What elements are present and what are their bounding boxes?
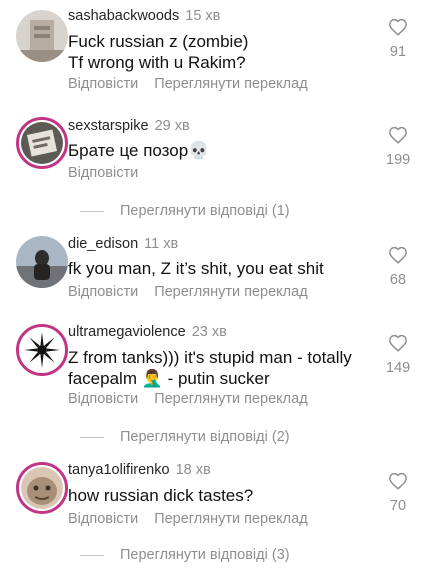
reply-button[interactable]: Відповісти xyxy=(68,511,138,527)
heart-outline-icon[interactable] xyxy=(386,18,410,36)
comment-text-line: Z from tanks))) it's stupid man - totall… xyxy=(68,348,352,367)
see-translation-button[interactable]: Переглянути переклад xyxy=(154,511,307,527)
view-replies-button[interactable]: Переглянути відповіді (2) xyxy=(80,429,290,445)
username[interactable]: sashabackwoods xyxy=(68,8,179,24)
see-translation-button[interactable]: Переглянути переклад xyxy=(154,284,307,300)
comment-time: 15 хв xyxy=(185,8,221,24)
heart-outline-icon[interactable] xyxy=(386,246,410,264)
username[interactable]: die_edison xyxy=(68,236,138,252)
comment-text: Z from tanks))) it's stupid man - totall… xyxy=(68,347,352,389)
view-replies-button[interactable]: Переглянути відповіді (3) xyxy=(80,547,290,563)
like-count: 149 xyxy=(386,360,411,376)
comment-text: Брате це позор💀 xyxy=(68,140,209,161)
comment-time: 18 хв xyxy=(175,462,211,478)
heart-outline-icon[interactable] xyxy=(386,334,410,352)
reply-button[interactable]: Відповісти xyxy=(68,284,138,300)
avatar[interactable] xyxy=(16,462,68,514)
comment-text-line: how russian dick tastes? xyxy=(68,486,254,505)
comment-text: Fuck russian z (zombie) Tf wrong with u … xyxy=(68,31,248,73)
like-count: 199 xyxy=(386,152,411,168)
avatar[interactable] xyxy=(16,324,68,376)
heart-outline-icon[interactable] xyxy=(386,472,410,490)
reply-button[interactable]: Відповісти xyxy=(68,165,138,181)
comment-time: 11 хв xyxy=(144,236,179,252)
username[interactable]: tanya1olifirenko xyxy=(68,462,170,478)
reply-button[interactable]: Відповісти xyxy=(68,76,138,92)
avatar[interactable] xyxy=(16,10,68,62)
like-count: 68 xyxy=(389,272,407,288)
comment-time: 23 хв xyxy=(191,324,227,340)
like-count: 70 xyxy=(389,498,407,514)
username[interactable]: sexstarspike xyxy=(68,118,149,134)
view-replies-label: Переглянути відповіді (1) xyxy=(120,203,290,219)
heart-outline-icon[interactable] xyxy=(386,126,410,144)
comment-text-line: Fuck russian z (zombie) xyxy=(68,32,249,51)
avatar[interactable] xyxy=(16,236,68,288)
divider-line xyxy=(80,436,104,438)
see-translation-button[interactable]: Переглянути переклад xyxy=(154,391,307,407)
comment-text: fk you man, Z it’s shit, you eat shit xyxy=(68,258,324,279)
divider-line xyxy=(80,210,104,212)
avatar[interactable] xyxy=(16,117,68,169)
comment-text: how russian dick tastes? xyxy=(68,485,253,506)
view-replies-label: Переглянути відповіді (2) xyxy=(120,429,290,445)
see-translation-button[interactable]: Переглянути переклад xyxy=(154,76,307,92)
comment-time: 29 хв xyxy=(154,118,190,134)
comment-text-line: facepalm 🤦‍♂️ - putin sucker xyxy=(68,369,270,388)
username[interactable]: ultramegaviolence xyxy=(68,324,186,340)
comment-text-line: Tf wrong with u Rakim? xyxy=(68,53,246,72)
reply-button[interactable]: Відповісти xyxy=(68,391,138,407)
like-count: 91 xyxy=(389,44,407,60)
view-replies-button[interactable]: Переглянути відповіді (1) xyxy=(80,203,290,219)
comment-text-line: Брате це позор💀 xyxy=(68,141,210,160)
divider-line xyxy=(80,554,104,556)
comment-text-line: fk you man, Z it’s shit, you eat shit xyxy=(68,259,324,278)
view-replies-label: Переглянути відповіді (3) xyxy=(120,547,290,563)
